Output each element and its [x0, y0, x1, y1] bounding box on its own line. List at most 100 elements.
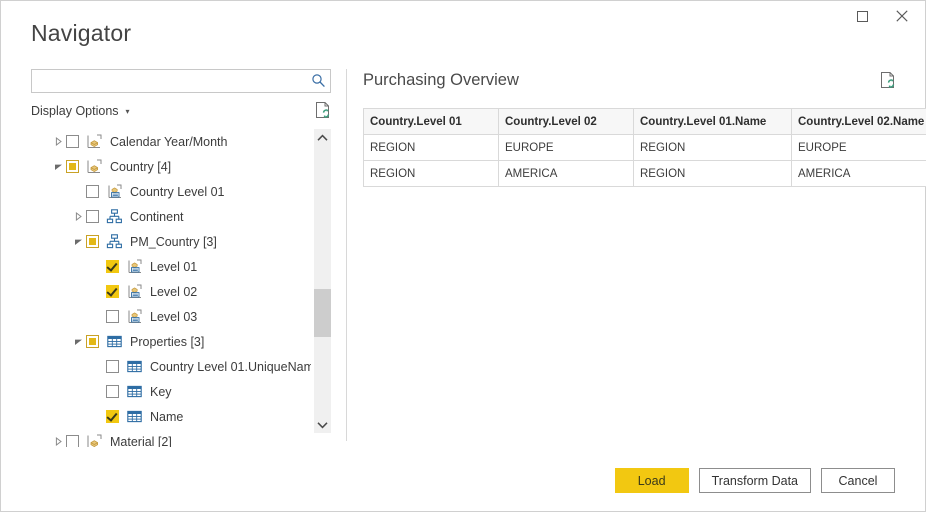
tree-item-checkbox[interactable] — [66, 160, 79, 173]
navigator-dialog: Navigator Display Options ▾ — [0, 0, 926, 512]
cube-measure-icon — [86, 433, 103, 447]
tree-item[interactable]: Level 02 — [31, 279, 311, 304]
chevron-up-icon — [317, 134, 328, 142]
tree-item-checkbox[interactable] — [86, 185, 99, 198]
maximize-icon — [857, 11, 868, 22]
display-options-row: Display Options ▾ — [31, 102, 333, 122]
table-cell: REGION — [364, 161, 499, 187]
tree-item-checkbox[interactable] — [106, 360, 119, 373]
cube-measure-icon — [86, 133, 103, 150]
expand-triangle-icon[interactable] — [51, 137, 66, 146]
level-icon — [125, 308, 143, 325]
table-icon — [106, 333, 123, 350]
close-button[interactable] — [883, 1, 921, 31]
expand-triangle-icon[interactable] — [71, 212, 86, 221]
collapse-triangle-icon[interactable] — [71, 337, 86, 346]
tree-item-checkbox[interactable] — [86, 335, 99, 348]
tree-item-label: Name — [150, 410, 183, 424]
load-button[interactable]: Load — [615, 468, 689, 493]
document-refresh-icon[interactable] — [880, 71, 897, 94]
table-column-header: Country.Level 01.Name — [634, 109, 792, 135]
tree-item-checkbox[interactable] — [106, 410, 119, 423]
tree-item-checkbox[interactable] — [106, 385, 119, 398]
hierarchy-icon — [105, 208, 123, 225]
collapse-triangle-icon — [74, 237, 83, 246]
expand-triangle-icon — [54, 437, 63, 446]
tree-item-checkbox[interactable] — [106, 260, 119, 273]
preview-table-head: Country.Level 01Country.Level 02Country.… — [364, 109, 926, 135]
tree-item[interactable]: Key — [31, 379, 311, 404]
hierarchy-icon — [105, 233, 123, 250]
table-icon — [125, 358, 143, 375]
close-icon — [896, 10, 908, 22]
table-cell: EUROPE — [499, 135, 634, 161]
table-column-header: Country.Level 02 — [499, 109, 634, 135]
tree-item[interactable]: Level 03 — [31, 304, 311, 329]
collapse-triangle-icon[interactable] — [71, 237, 86, 246]
cube-measure-icon — [85, 433, 103, 447]
tree-item-checkbox[interactable] — [66, 435, 79, 447]
search-icon[interactable] — [311, 73, 326, 93]
tree-item[interactable]: Material [2] — [31, 429, 311, 447]
expand-triangle-icon — [54, 137, 63, 146]
table-cell: REGION — [634, 161, 792, 187]
search-input[interactable] — [32, 70, 306, 92]
tree-item[interactable]: Level 01 — [31, 254, 311, 279]
transform-data-button[interactable]: Transform Data — [699, 468, 811, 493]
table-cell: AMERICA — [499, 161, 634, 187]
cube-measure-icon — [85, 133, 103, 150]
level-icon — [126, 283, 143, 300]
table-icon — [126, 408, 143, 425]
tree-item-label: Calendar Year/Month — [110, 135, 227, 149]
hierarchy-icon — [106, 233, 123, 250]
tree-item[interactable]: Continent — [31, 204, 311, 229]
page-title: Navigator — [31, 20, 131, 47]
hierarchy-icon — [106, 208, 123, 225]
level-icon — [125, 283, 143, 300]
tree-item[interactable]: Country [4] — [31, 154, 311, 179]
display-options-label: Display Options — [31, 104, 119, 118]
tree-item-label: Country [4] — [110, 160, 171, 174]
table-cell: AMERICA — [792, 161, 926, 187]
object-tree[interactable]: Calendar Year/Month Country [4] Country Le… — [31, 129, 311, 447]
document-refresh-icon[interactable] — [315, 101, 332, 124]
tree-item-label: Material [2] — [110, 435, 172, 448]
tree-item-checkbox[interactable] — [106, 310, 119, 323]
search-box[interactable] — [31, 69, 331, 93]
table-icon — [105, 333, 123, 350]
maximize-button[interactable] — [843, 1, 881, 31]
tree-scrollbar[interactable] — [314, 129, 331, 433]
scrollbar-thumb[interactable] — [314, 289, 331, 337]
collapse-triangle-icon — [74, 337, 83, 346]
tree-item-label: Continent — [130, 210, 184, 224]
tree-item-checkbox[interactable] — [106, 285, 119, 298]
tree-item-checkbox[interactable] — [66, 135, 79, 148]
scroll-up-button[interactable] — [314, 129, 331, 146]
tree-item-label: Level 02 — [150, 285, 197, 299]
level-icon — [125, 258, 143, 275]
tree-item-label: Level 01 — [150, 260, 197, 274]
expand-triangle-icon[interactable] — [51, 437, 66, 446]
tree-item[interactable]: PM_Country [3] — [31, 229, 311, 254]
scroll-down-button[interactable] — [314, 416, 331, 433]
table-cell: EUROPE — [792, 135, 926, 161]
display-options-button[interactable]: Display Options ▾ — [31, 104, 130, 118]
collapse-triangle-icon[interactable] — [51, 162, 66, 171]
cancel-button[interactable]: Cancel — [821, 468, 895, 493]
tree-item-checkbox[interactable] — [86, 210, 99, 223]
tree-item-label: Country Level 01 — [130, 185, 225, 199]
tree-item[interactable]: Country Level 01.UniqueName — [31, 354, 311, 379]
tree-item[interactable]: Properties [3] — [31, 329, 311, 354]
table-column-header: Country.Level 01 — [364, 109, 499, 135]
tree-item-label: Properties [3] — [130, 335, 204, 349]
tree-item-checkbox[interactable] — [86, 235, 99, 248]
tree-item[interactable]: Calendar Year/Month — [31, 129, 311, 154]
table-row: REGIONAMERICAREGIONAMERICA — [364, 161, 926, 187]
tree-item[interactable]: Country Level 01 — [31, 179, 311, 204]
tree-container: Calendar Year/Month Country [4] Country Le… — [31, 129, 331, 447]
tree-item-label: PM_Country [3] — [130, 235, 217, 249]
tree-item[interactable]: Name — [31, 404, 311, 429]
table-header-row: Country.Level 01Country.Level 02Country.… — [364, 109, 926, 135]
expand-triangle-icon — [74, 212, 83, 221]
level-icon — [126, 258, 143, 275]
